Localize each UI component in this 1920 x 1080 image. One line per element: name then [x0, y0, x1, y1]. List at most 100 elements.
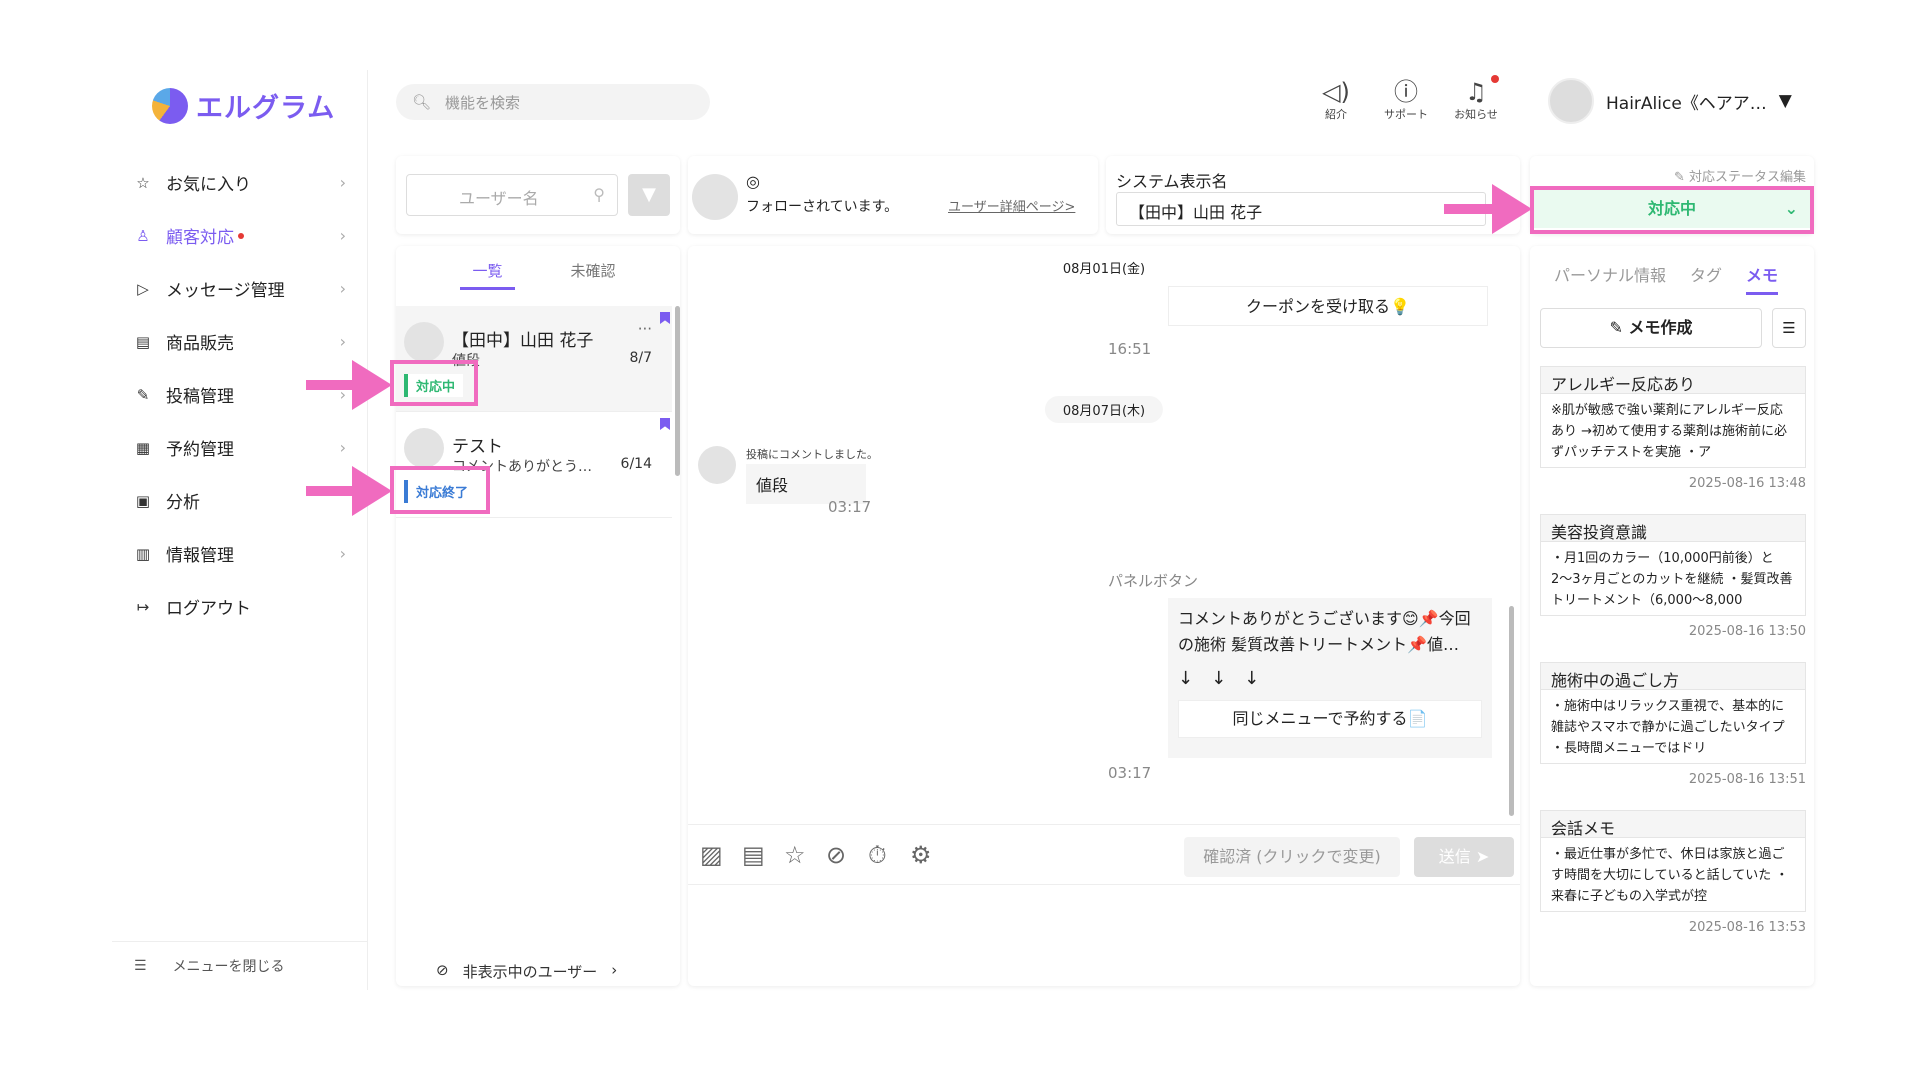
tab-unread[interactable]: 未確認 [571, 260, 616, 290]
annotation-highlight [390, 360, 478, 406]
sidebar-item-posts[interactable]: ✎ 投稿管理 › [112, 368, 360, 421]
create-memo-button[interactable]: ✎ メモ作成 [1540, 308, 1762, 348]
confirmed-toggle-button[interactable]: 確認済 (クリックで変更) [1184, 837, 1400, 877]
user-detail-link[interactable]: ユーザー詳細ページ> [948, 196, 1075, 215]
username-search-input[interactable]: ユーザー名 ⚲ [406, 174, 618, 216]
search-placeholder: 機能を検索 [445, 93, 521, 112]
status-edit-link[interactable]: ✎ 対応ステータス編集 [1674, 166, 1806, 185]
list-icon: ☰ [1782, 319, 1796, 337]
sidebar-item-label: 分析 [166, 493, 200, 513]
edit-icon: ✎ [1673, 170, 1689, 185]
message-composer: ▨ ▤ ☆ ⊘ ⏱︎ ⚙︎ 確認済 (クリックで変更) 送信 ➤ [688, 824, 1520, 884]
message-time: 03:17 [1108, 764, 1152, 782]
scrollbar[interactable] [1509, 606, 1514, 816]
sidebar-item-analytics[interactable]: ▣ 分析 [112, 474, 360, 527]
tab-personal-info[interactable]: パーソナル情報 [1554, 262, 1666, 295]
notification-dot [238, 232, 244, 239]
tab-memo[interactable]: メモ [1746, 262, 1779, 295]
image-icon[interactable]: ▨ [700, 841, 723, 869]
system-name-input[interactable]: 【田中】山田 花子 [1116, 192, 1486, 226]
logo-icon [152, 87, 188, 124]
report-icon: ▣ [135, 491, 151, 510]
conversation-list-panel: 一覧 未確認 【田中】山田 花子 値段 8/7 ··· 対応中 テスト コメント… [396, 246, 680, 986]
referral-button[interactable]: ◁) 紹介 [1306, 78, 1366, 122]
user-menu[interactable]: HairAlice《ヘアア… ▼ [1548, 78, 1792, 124]
chevron-right-icon: › [339, 173, 346, 192]
user-name: HairAlice《ヘアア… [1606, 93, 1767, 114]
sidebar: エルグラム ☆ お気に入り › ♙ 顧客対応 › ▷ メッセージ管理 › ▤ 商品販売 › ✎ 投… [112, 70, 368, 990]
tab-tags[interactable]: タグ [1690, 262, 1722, 295]
sidebar-item-label: 情報管理 [166, 546, 234, 566]
date-separator: 08月01日(金) [1062, 262, 1146, 277]
logo[interactable]: エルグラム [152, 86, 335, 125]
memo-card[interactable]: アレルギー反応あり ※肌が敏感で強い薬剤にアレルギー反応あり →初めて使用する薬剤… [1540, 366, 1806, 491]
avatar [1548, 78, 1594, 124]
sidebar-item-messages[interactable]: ▷ メッセージ管理 › [112, 262, 360, 315]
avatar [404, 428, 444, 468]
gear-icon[interactable]: ⚙︎ [910, 841, 932, 869]
list-tabs: 一覧 未確認 [396, 260, 680, 290]
chevron-right-icon: › [339, 279, 346, 298]
conversation-name: 【田中】山田 花子 [452, 331, 594, 351]
memo-title: 施術中の過ごし方 [1540, 662, 1806, 690]
avatar [692, 174, 738, 220]
message-input[interactable] [688, 884, 1520, 984]
chevron-right-icon: › [339, 544, 346, 563]
referral-label: 紹介 [1325, 108, 1347, 121]
memo-card[interactable]: 施術中の過ごし方 ・施術中はリラックス重視で、基本的に雑誌やスマホで静かに過ごした… [1540, 662, 1806, 787]
star-icon: ☆ [136, 173, 150, 192]
memo-card[interactable]: 会話メモ ・最近仕事が多忙で、休日は家族と過ごす時間を大切にしていると話していた … [1540, 810, 1806, 935]
chevron-right-icon: › [339, 332, 346, 351]
memo-panel: パーソナル情報 タグ メモ ✎ メモ作成 ☰ アレルギー反応あり ※肌が敏感で強い… [1530, 246, 1814, 986]
system-name-panel: システム表示名 【田中】山田 花子 [1106, 156, 1520, 234]
memo-card[interactable]: 美容投資意識 ・月1回のカラー（10,000円前後）と2〜3ヶ月ごとのカットを継続… [1540, 514, 1806, 639]
annotation-highlight [390, 466, 490, 514]
document-icon[interactable]: ▤ [742, 841, 765, 869]
reserve-same-menu-button[interactable]: 同じメニューで予約する📄 [1178, 700, 1482, 738]
collapse-menu-button[interactable]: ☰ メニューを閉じる [112, 941, 368, 990]
sidebar-item-label: 商品販売 [166, 334, 234, 354]
sidebar-item-sales[interactable]: ▤ 商品販売 › [112, 315, 360, 368]
send-button[interactable]: 送信 ➤ [1414, 837, 1514, 877]
support-label: サポート [1384, 108, 1428, 121]
filter-icon: ▼ [642, 184, 656, 205]
hidden-users-link[interactable]: ⊘ 非表示中のユーザー › [436, 961, 617, 982]
create-memo-label: メモ作成 [1628, 318, 1693, 337]
memo-title: 美容投資意識 [1540, 514, 1806, 542]
conversation-date: 6/14 [620, 456, 652, 472]
flag-icon [660, 312, 670, 324]
calendar-icon: ▦ [135, 438, 151, 457]
eye-off-icon: ⊘ [436, 961, 449, 979]
notification-dot [1491, 75, 1499, 83]
panel-message-text: コメントありがとうございます😊📌今回の施術 髪質改善トリートメント📌値… [1178, 609, 1471, 654]
memo-tabs: パーソナル情報 タグ メモ [1554, 262, 1779, 295]
eye-off-icon[interactable]: ⊘ [826, 841, 846, 869]
memo-date: 2025-08-16 13:48 [1688, 476, 1806, 491]
search-icon: ⚲ [593, 185, 605, 204]
sidebar-item-favorites[interactable]: ☆ お気に入り › [112, 156, 360, 209]
notifications-button[interactable]: ♫ お知らせ [1446, 78, 1506, 122]
tab-all[interactable]: 一覧 [460, 260, 515, 290]
sidebar-item-logout[interactable]: ↦ ログアウト [112, 580, 360, 633]
more-icon[interactable]: ··· [638, 320, 652, 338]
memo-body: ・月1回のカラー（10,000円前後）と2〜3ヶ月ごとのカットを継続 ・髪質改善… [1540, 542, 1806, 616]
scrollbar[interactable] [675, 306, 680, 476]
sidebar-item-customer[interactable]: ♙ 顧客対応 › [112, 209, 360, 262]
sidebar-item-label: メッセージ管理 [166, 281, 285, 301]
sidebar-nav: ☆ お気に入り › ♙ 顧客対応 › ▷ メッセージ管理 › ▤ 商品販売 › ✎ 投稿管理 › ▦… [112, 156, 360, 633]
coupon-button[interactable]: クーポンを受け取る💡 [1168, 286, 1488, 326]
support-button[interactable]: ⓘ サポート [1376, 78, 1436, 122]
sidebar-item-label: ログアウト [166, 599, 251, 619]
memo-list-button[interactable]: ☰ [1772, 308, 1806, 348]
star-icon[interactable]: ☆ [784, 841, 806, 869]
edit-icon: ✎ [136, 385, 150, 404]
sidebar-item-reservations[interactable]: ▦ 予約管理 › [112, 421, 360, 474]
memo-title: アレルギー反応あり [1540, 366, 1806, 394]
filter-button[interactable]: ▼ [628, 174, 670, 216]
sidebar-item-info[interactable]: ▥ 情報管理 › [112, 527, 360, 580]
feature-search-input[interactable]: 🔍︎ 機能を検索 [396, 84, 710, 120]
notifications-label: お知らせ [1454, 108, 1498, 121]
panel-arrows: ↓ ↓ ↓ [1178, 668, 1260, 689]
timer-icon[interactable]: ⏱︎ [868, 841, 887, 869]
outgoing-panel-message: コメントありがとうございます😊📌今回の施術 髪質改善トリートメント📌値… ↓ ↓… [1168, 598, 1492, 758]
